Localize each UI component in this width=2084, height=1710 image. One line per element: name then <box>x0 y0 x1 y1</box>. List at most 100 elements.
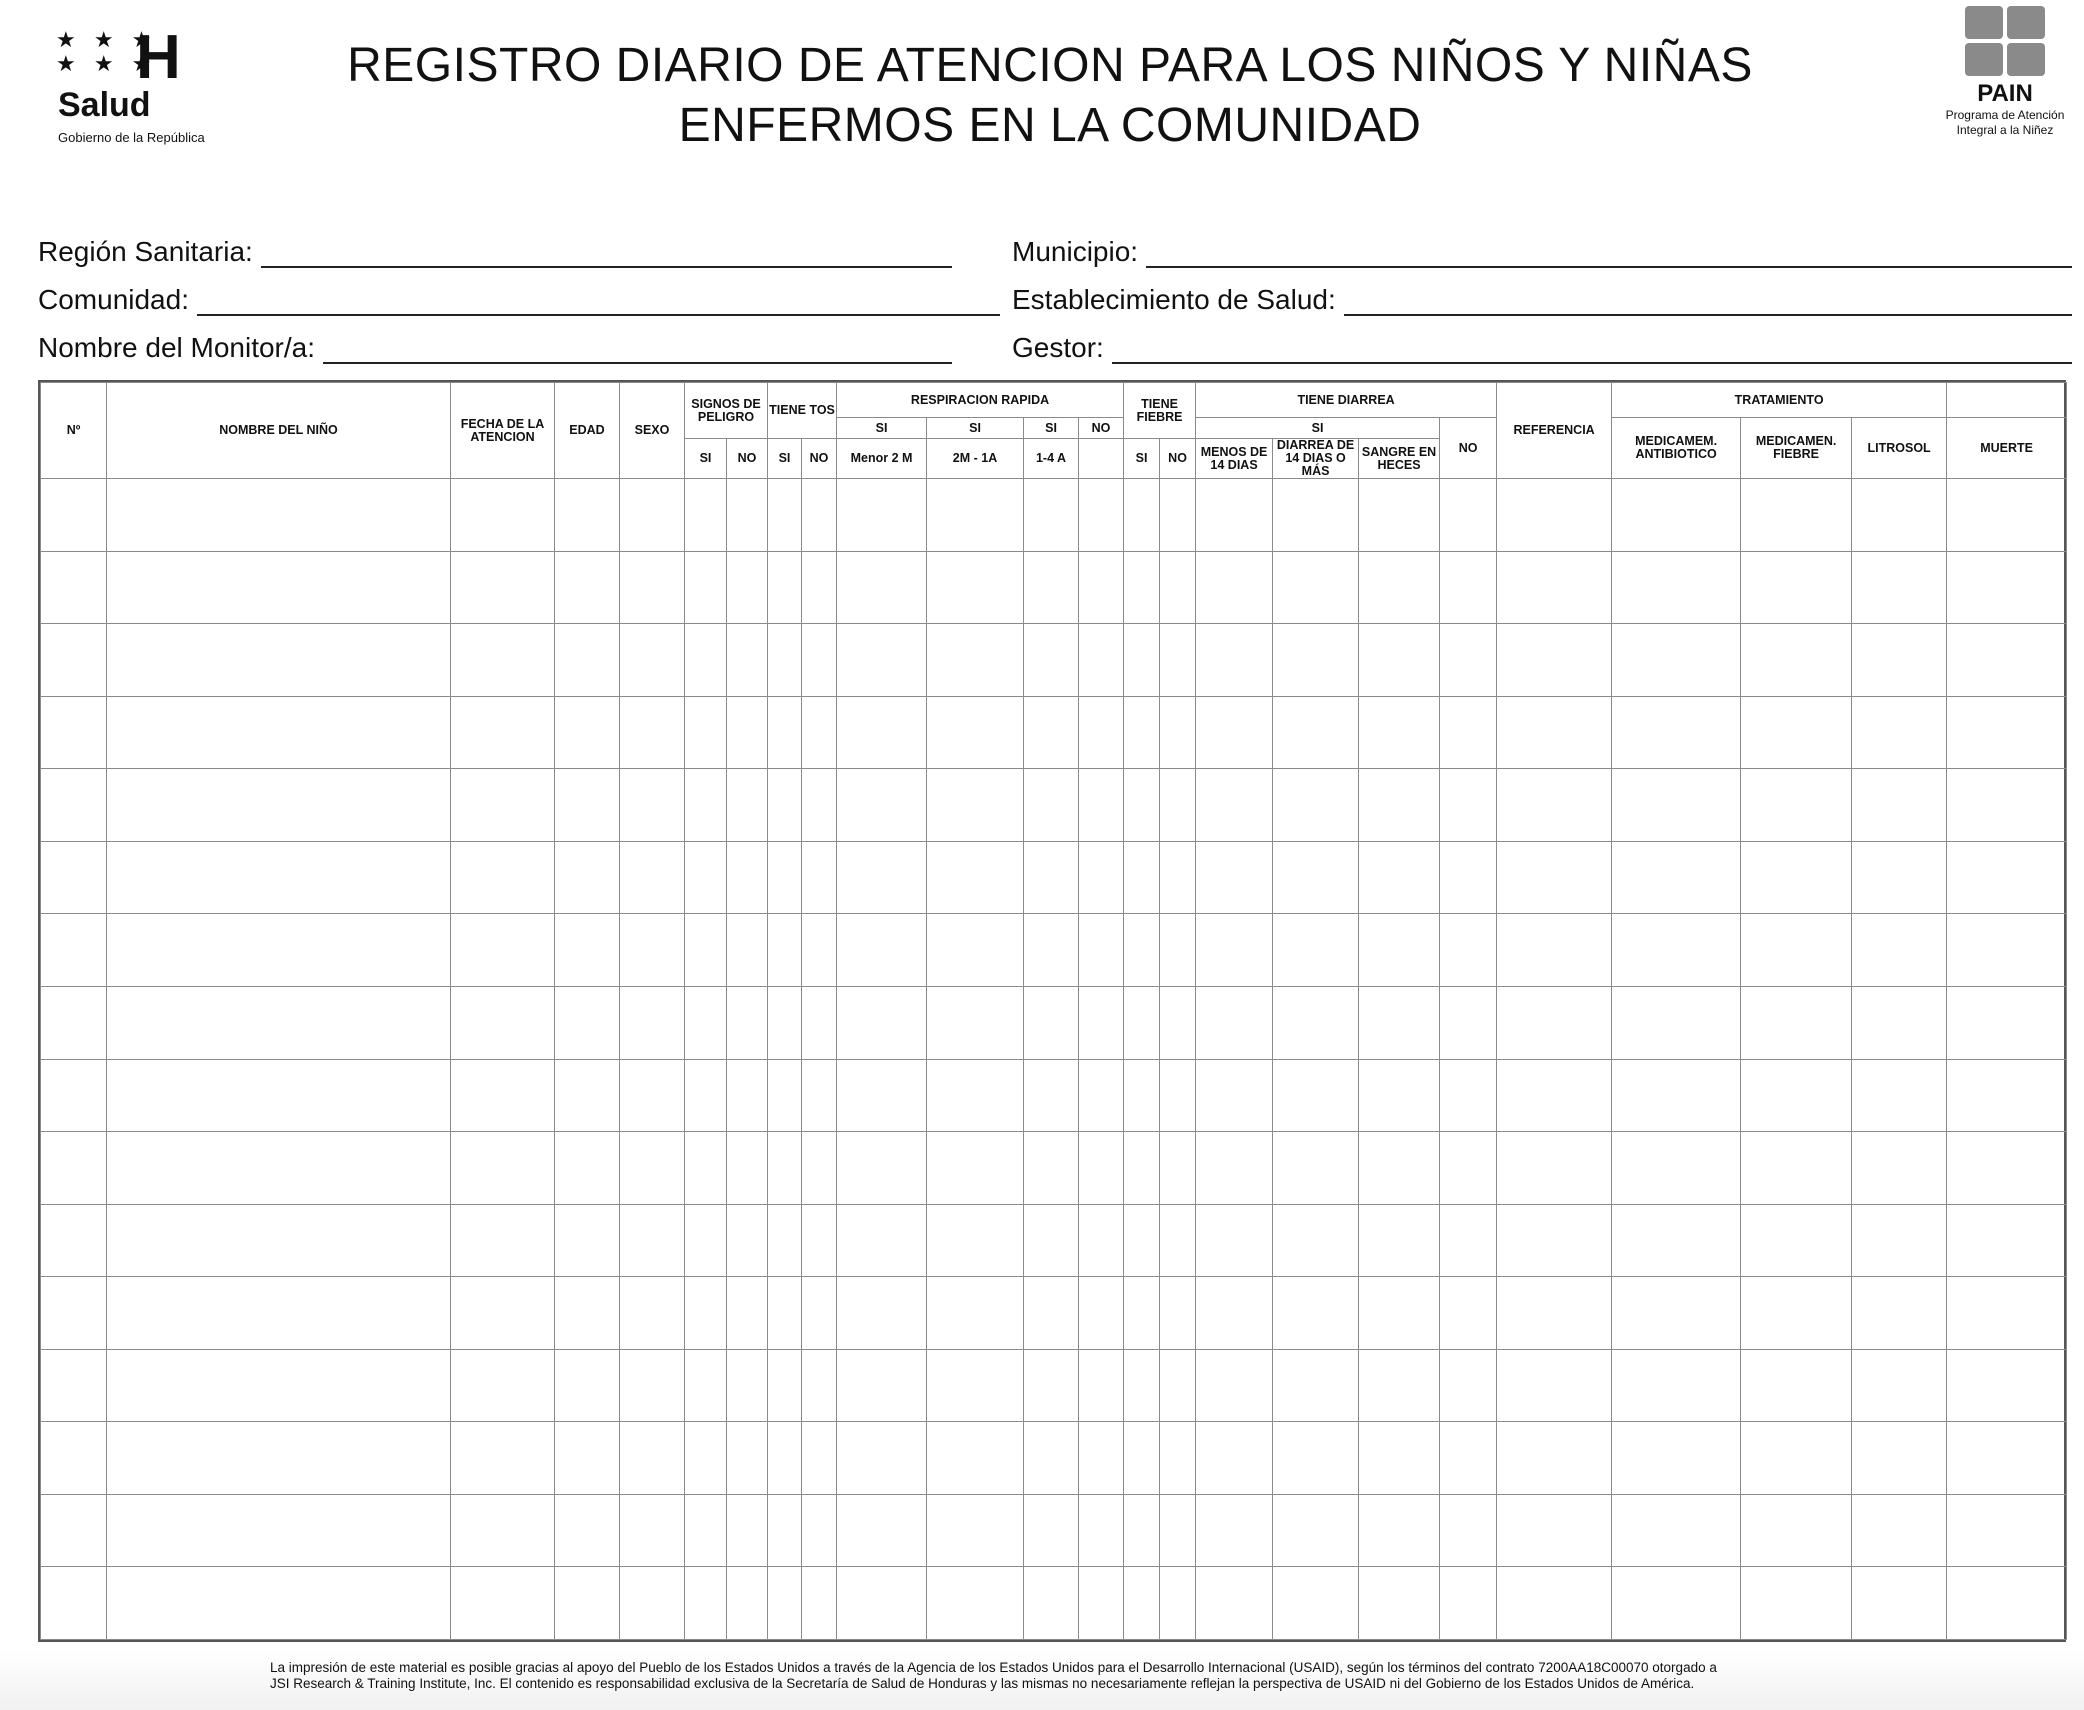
table-cell[interactable] <box>40 1203 107 1278</box>
table-cell[interactable] <box>1078 1276 1125 1350</box>
table-cell[interactable] <box>619 1566 685 1640</box>
table-cell[interactable] <box>1023 1421 1080 1495</box>
table-cell[interactable] <box>726 695 768 770</box>
table-cell[interactable] <box>450 1131 555 1205</box>
table-cell[interactable] <box>450 1493 555 1568</box>
table-cell[interactable] <box>1358 1566 1441 1640</box>
table-cell[interactable] <box>1078 1203 1125 1278</box>
table-cell[interactable] <box>1851 1131 1948 1205</box>
table-cell[interactable] <box>1159 695 1197 770</box>
table-cell[interactable] <box>1851 1493 1948 1568</box>
table-cell[interactable] <box>767 1348 802 1423</box>
table-cell[interactable] <box>1611 550 1742 625</box>
table-cell[interactable] <box>1851 1421 1948 1495</box>
table-cell[interactable] <box>619 1131 685 1205</box>
table-cell[interactable] <box>1439 1348 1498 1423</box>
table-cell[interactable] <box>684 913 727 987</box>
table-cell[interactable] <box>1851 1058 1948 1133</box>
table-cell[interactable] <box>726 1493 768 1568</box>
table-cell[interactable] <box>1272 478 1360 552</box>
table-cell[interactable] <box>684 623 727 697</box>
table-cell[interactable] <box>1439 985 1498 1060</box>
table-cell[interactable] <box>800 1131 838 1205</box>
table-cell[interactable] <box>1195 1348 1274 1423</box>
table-cell[interactable] <box>1023 1348 1080 1423</box>
table-cell[interactable] <box>684 1493 727 1568</box>
table-cell[interactable] <box>926 695 1025 770</box>
table-cell[interactable] <box>1078 768 1125 842</box>
table-cell[interactable] <box>1159 1131 1197 1205</box>
table-cell[interactable] <box>726 1348 768 1423</box>
table-cell[interactable] <box>726 478 768 552</box>
table-cell[interactable] <box>1272 840 1360 915</box>
table-cell[interactable] <box>1358 695 1441 770</box>
table-cell[interactable] <box>1078 840 1125 915</box>
table-cell[interactable] <box>619 840 685 915</box>
table-cell[interactable] <box>1358 1203 1441 1278</box>
table-cell[interactable] <box>726 1203 768 1278</box>
table-cell[interactable] <box>1159 1058 1197 1133</box>
table-cell[interactable] <box>684 1421 727 1495</box>
table-cell[interactable] <box>726 913 768 987</box>
table-cell[interactable] <box>1159 1566 1197 1640</box>
table-cell[interactable] <box>1611 478 1742 552</box>
table-cell[interactable] <box>106 985 451 1060</box>
region-field[interactable]: Región Sanitaria: <box>38 236 952 268</box>
table-cell[interactable] <box>926 1131 1025 1205</box>
table-cell[interactable] <box>1740 840 1853 915</box>
table-cell[interactable] <box>726 623 768 697</box>
gestor-field[interactable]: Gestor: <box>1012 332 2072 364</box>
table-cell[interactable] <box>800 1421 838 1495</box>
table-cell[interactable] <box>554 1131 620 1205</box>
table-cell[interactable] <box>1851 1348 1948 1423</box>
table-cell[interactable] <box>684 478 727 552</box>
table-cell[interactable] <box>554 1421 620 1495</box>
table-cell[interactable] <box>767 1203 802 1278</box>
table-cell[interactable] <box>1023 840 1080 915</box>
table-cell[interactable] <box>684 1131 727 1205</box>
table-cell[interactable] <box>800 478 838 552</box>
table-cell[interactable] <box>726 550 768 625</box>
table-cell[interactable] <box>1851 550 1948 625</box>
table-cell[interactable] <box>926 1276 1025 1350</box>
table-cell[interactable] <box>926 478 1025 552</box>
table-cell[interactable] <box>926 1421 1025 1495</box>
table-cell[interactable] <box>1078 478 1125 552</box>
table-cell[interactable] <box>1195 1566 1274 1640</box>
table-cell[interactable] <box>684 1348 727 1423</box>
table-cell[interactable] <box>836 985 928 1060</box>
table-cell[interactable] <box>619 1058 685 1133</box>
table-cell[interactable] <box>619 1203 685 1278</box>
table-cell[interactable] <box>1023 1131 1080 1205</box>
table-cell[interactable] <box>1740 478 1853 552</box>
table-cell[interactable] <box>1496 1348 1613 1423</box>
table-cell[interactable] <box>1439 1131 1498 1205</box>
table-cell[interactable] <box>1496 1421 1613 1495</box>
table-cell[interactable] <box>554 1493 620 1568</box>
table-cell[interactable] <box>1611 768 1742 842</box>
table-cell[interactable] <box>1496 1493 1613 1568</box>
table-cell[interactable] <box>1159 913 1197 987</box>
table-cell[interactable] <box>926 768 1025 842</box>
table-cell[interactable] <box>1439 768 1498 842</box>
table-cell[interactable] <box>800 1203 838 1278</box>
table-cell[interactable] <box>1023 985 1080 1060</box>
table-cell[interactable] <box>450 1348 555 1423</box>
table-cell[interactable] <box>1439 1203 1498 1278</box>
table-cell[interactable] <box>767 550 802 625</box>
table-cell[interactable] <box>1946 478 2068 552</box>
table-cell[interactable] <box>1851 1566 1948 1640</box>
table-cell[interactable] <box>1439 840 1498 915</box>
table-cell[interactable] <box>450 1203 555 1278</box>
table-cell[interactable] <box>1439 1421 1498 1495</box>
table-cell[interactable] <box>1740 768 1853 842</box>
table-cell[interactable] <box>767 1276 802 1350</box>
table-cell[interactable] <box>684 1276 727 1350</box>
table-cell[interactable] <box>1740 1493 1853 1568</box>
table-cell[interactable] <box>926 985 1025 1060</box>
table-cell[interactable] <box>836 1203 928 1278</box>
table-cell[interactable] <box>1023 913 1080 987</box>
table-cell[interactable] <box>926 1203 1025 1278</box>
table-cell[interactable] <box>684 985 727 1060</box>
table-cell[interactable] <box>106 1203 451 1278</box>
